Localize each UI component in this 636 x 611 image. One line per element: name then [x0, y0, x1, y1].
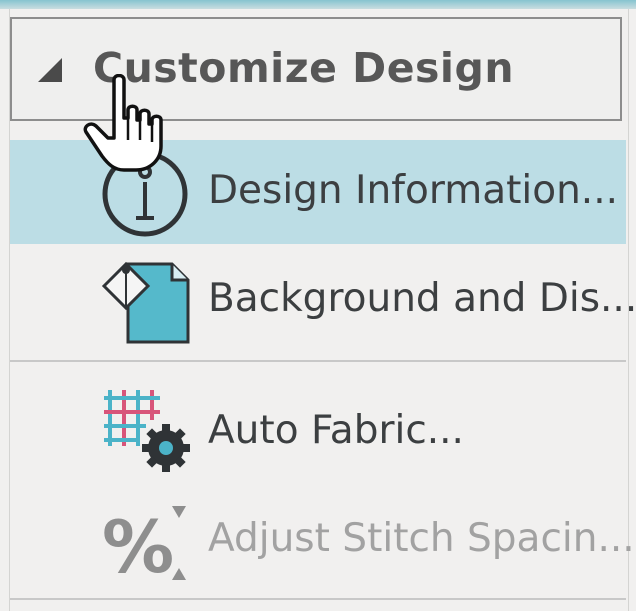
menu-item-label: Background and Dis... — [208, 276, 636, 321]
menu-item-label: Auto Fabric... — [208, 408, 464, 453]
menu-item-background-display[interactable]: Background and Dis... — [10, 248, 636, 352]
auto-fabric-icon — [104, 390, 190, 472]
menu-item-label: Design Information... — [208, 168, 618, 213]
svg-text:%: % — [102, 505, 174, 588]
background-icon — [101, 261, 190, 344]
collapse-triangle-icon[interactable] — [38, 58, 62, 82]
percent-spacing-icon: % — [102, 505, 186, 588]
menu-separator — [10, 360, 626, 362]
window-top-edge — [0, 0, 636, 9]
hand-cursor-icon — [83, 74, 163, 172]
menu-item-adjust-stitch-spacing[interactable]: % Adjust Stitch Spacin... — [10, 484, 635, 588]
menu-item-label: Adjust Stitch Spacin... — [208, 516, 635, 561]
menu-item-auto-fabric[interactable]: Auto Fabric... — [10, 376, 626, 480]
menu-separator — [10, 598, 626, 600]
